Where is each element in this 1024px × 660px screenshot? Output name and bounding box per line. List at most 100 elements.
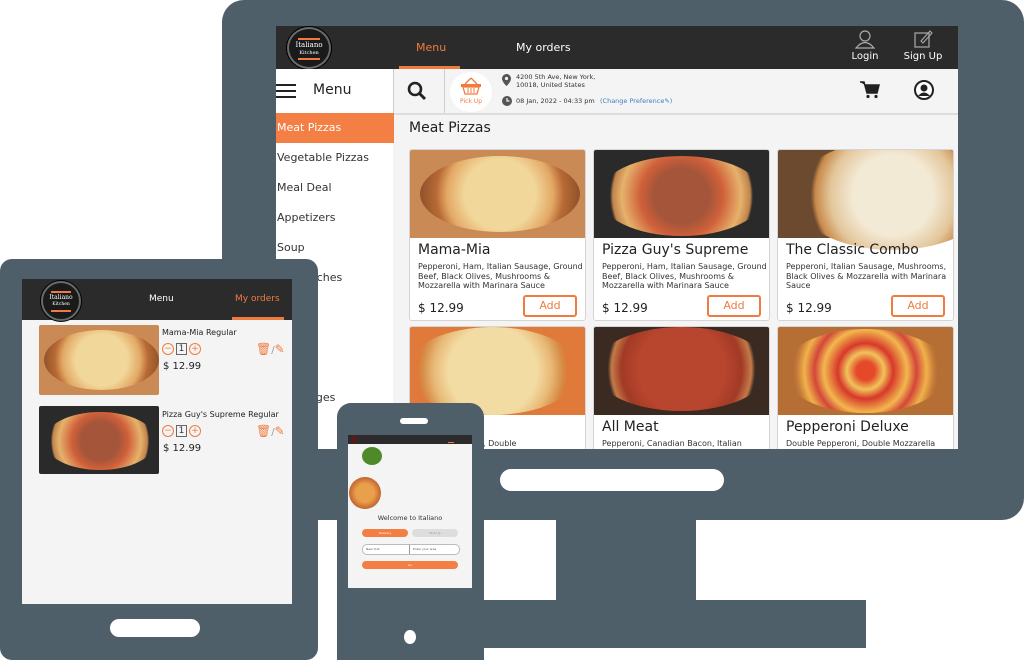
- tablet-home-button: [110, 619, 200, 637]
- welcome-heading: Welcome to Italiano: [377, 514, 443, 522]
- profile-icon[interactable]: [914, 80, 934, 100]
- product-card: The Classic Combo Pepperoni, Italian Sau…: [777, 149, 954, 321]
- pencil-icon[interactable]: ✎: [275, 424, 285, 438]
- product-description: Pepperoni, Canadian Bacon, Italian: [602, 439, 742, 448]
- change-preference-link[interactable]: (Change Preference✎): [600, 97, 672, 105]
- pickup-button[interactable]: Pick Up: [412, 529, 458, 537]
- order-item-name: Mama-Mia Regular: [162, 328, 237, 337]
- brand-logo[interactable]: [351, 436, 358, 443]
- signup-button[interactable]: Sign Up: [900, 29, 946, 62]
- pickup-toggle[interactable]: Pick Up: [450, 72, 492, 112]
- product-name: Pizza Guy's Supreme: [602, 242, 749, 258]
- monitor-stand-base: [476, 600, 866, 648]
- user-outline-icon: [854, 30, 876, 49]
- basil-decoration: [362, 447, 382, 465]
- sidebar-item-meal-deal[interactable]: Meal Deal: [276, 173, 394, 203]
- product-price: $ 12.99: [602, 301, 648, 315]
- product-card: Pepperoni Deluxe Double Pepperoni, Doubl…: [777, 326, 954, 449]
- tab-my-orders[interactable]: My orders: [235, 294, 280, 304]
- quantity-value[interactable]: 1: [176, 425, 187, 437]
- delivery-button[interactable]: Delivery: [362, 529, 408, 537]
- order-item-actions: 🗑/✎: [256, 424, 285, 438]
- trash-icon[interactable]: 🗑: [256, 424, 271, 438]
- product-description: Pepperoni, Italian Sausage, Mushrooms, B…: [786, 262, 947, 290]
- location-selects: New York Enter your area: [362, 544, 460, 555]
- quantity-stepper: −1 +: [162, 425, 201, 437]
- location-pin-icon: [502, 74, 511, 86]
- sidebar-item-appetizers[interactable]: Appetizers: [276, 203, 394, 233]
- pizza-image: [594, 150, 769, 238]
- plus-icon[interactable]: +: [189, 425, 201, 437]
- product-name: All Meat: [602, 419, 659, 435]
- product-name: Mama-Mia: [418, 242, 491, 258]
- search-button[interactable]: [407, 81, 427, 105]
- active-tab-indicator: [232, 317, 284, 320]
- tab-menu[interactable]: Menu: [416, 41, 446, 54]
- quantity-value[interactable]: 1: [176, 343, 187, 355]
- logo-subtext: Kitchen: [299, 50, 319, 56]
- brand-logo[interactable]: Italiano Kitchen: [41, 281, 81, 321]
- sidebar-item-vegetable-pizzas[interactable]: Vegetable Pizzas: [276, 143, 394, 173]
- monitor-slot: [500, 469, 724, 491]
- pizza-image: [594, 327, 769, 415]
- logo-subtext: Kitchen: [52, 302, 70, 307]
- tab-menu[interactable]: Menu: [149, 294, 174, 304]
- phone-screen: Welcome to Italiano Delivery Pick Up New…: [348, 435, 472, 588]
- trash-icon[interactable]: 🗑: [256, 342, 271, 356]
- plus-icon[interactable]: +: [189, 343, 201, 355]
- login-button[interactable]: Login: [846, 29, 884, 62]
- logo-text: Italiano: [295, 41, 323, 49]
- tablet-top-nav: Italiano Kitchen Menu My orders: [22, 279, 292, 321]
- pickup-label: Pick Up: [459, 98, 483, 105]
- pizza-image: [410, 327, 585, 415]
- datetime-text: 08 Jan, 2022 - 04:33 pm: [516, 97, 595, 105]
- phone-home-button: [404, 630, 416, 644]
- tablet-screen: Italiano Kitchen Menu My orders Mama-Mia…: [22, 279, 292, 604]
- minus-icon[interactable]: −: [162, 425, 174, 437]
- clock-icon: [502, 96, 512, 106]
- phone-top-nav: [348, 435, 472, 444]
- signup-label: Sign Up: [903, 51, 943, 62]
- brand-logo[interactable]: Italiano Kitchen: [287, 27, 331, 69]
- order-pizza-image: [39, 406, 159, 474]
- product-price: $ 12.99: [418, 301, 464, 315]
- go-button[interactable]: Go: [362, 561, 458, 569]
- section-title: Meat Pizzas: [409, 120, 491, 136]
- pizza-image: [778, 150, 953, 250]
- menu-header: Menu: [276, 69, 393, 113]
- product-name: The Classic Combo: [786, 242, 919, 258]
- city-select[interactable]: New York: [366, 545, 380, 554]
- order-item-price: $ 12.99: [163, 443, 202, 454]
- basket-icon: [461, 77, 481, 95]
- login-label: Login: [851, 51, 879, 62]
- menu-heading: Menu: [313, 82, 352, 98]
- hamburger-icon[interactable]: [276, 84, 296, 98]
- pizza-image: [778, 327, 953, 415]
- pencil-icon[interactable]: ✎: [275, 342, 285, 356]
- phone-speaker: [400, 418, 428, 424]
- minus-icon[interactable]: −: [162, 343, 174, 355]
- add-button[interactable]: Add: [707, 295, 761, 317]
- tab-my-orders[interactable]: My orders: [516, 41, 571, 54]
- add-button[interactable]: Add: [523, 295, 577, 317]
- phone-pizza-image: [349, 477, 381, 509]
- desktop-screen: Italiano Kitchen Menu My orders Login Si…: [276, 26, 958, 449]
- product-price: $ 12.99: [786, 301, 832, 315]
- search-icon: [407, 81, 427, 101]
- product-description: Double Pepperoni, Double Mozzarella: [786, 439, 936, 448]
- product-card: All Meat Pepperoni, Canadian Bacon, Ital…: [593, 326, 770, 449]
- add-button[interactable]: Add: [891, 295, 945, 317]
- product-card: Mama-Mia Pepperoni, Ham, Italian Sausage…: [409, 149, 586, 321]
- area-select[interactable]: Enter your area: [413, 545, 436, 554]
- product-card: Pizza Guy's Supreme Pepperoni, Ham, Ital…: [593, 149, 770, 321]
- order-item-name: Pizza Guy's Supreme Regular: [162, 410, 279, 419]
- product-name: Pepperoni Deluxe: [786, 419, 909, 435]
- product-description: Pepperoni, Ham, Italian Sausage, Ground …: [418, 262, 583, 290]
- quantity-stepper: −1 +: [162, 343, 201, 355]
- sidebar-item-meat-pizzas[interactable]: Meat Pizzas: [276, 113, 394, 143]
- cart-icon[interactable]: [860, 81, 880, 99]
- address-text: 4200 5th Ave, New York, 10018, United St…: [516, 73, 596, 89]
- logo-text: Italiano: [49, 294, 73, 301]
- desktop-subheader: Menu Pick Up 4200 5th Ave, New York, 100…: [276, 69, 958, 115]
- product-description: Pepperoni, Ham, Italian Sausage, Ground …: [602, 262, 767, 290]
